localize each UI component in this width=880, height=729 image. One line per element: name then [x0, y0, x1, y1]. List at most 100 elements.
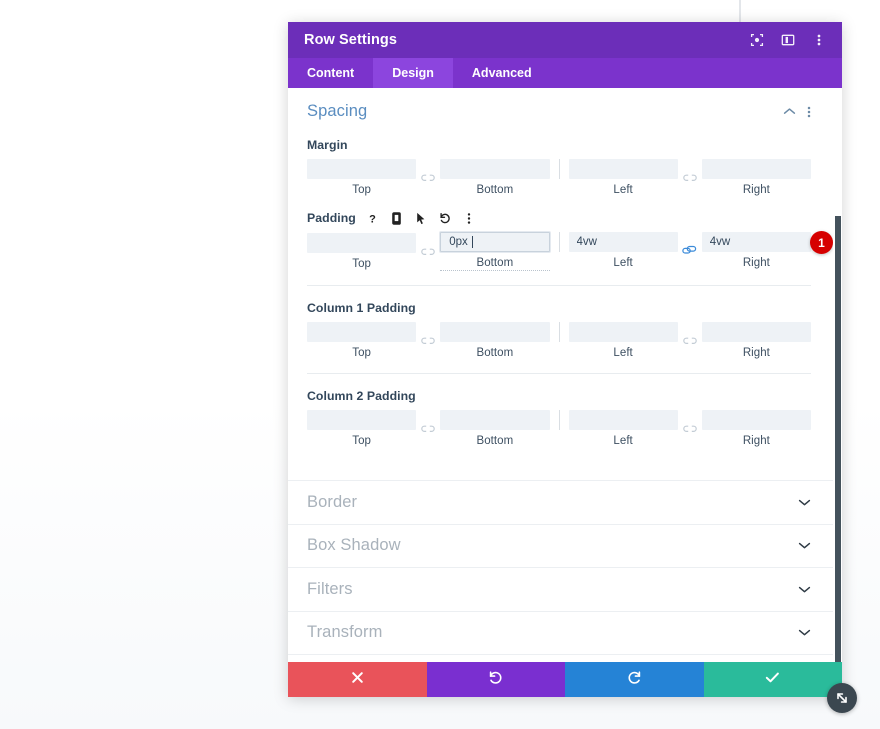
- link-top-bottom-icon[interactable]: [416, 331, 440, 351]
- padding-top-input[interactable]: [307, 233, 417, 253]
- divider: [558, 322, 560, 342]
- margin-left-label: Left: [613, 184, 633, 196]
- fullscreen-icon[interactable]: [748, 31, 766, 49]
- padding-right-label: Right: [742, 257, 770, 269]
- chevron-down-icon: [798, 541, 811, 550]
- padding-tool-icons: ?: [367, 211, 475, 225]
- link-left-right-icon[interactable]: [678, 331, 702, 351]
- spacing-section-header: Spacing: [307, 102, 811, 121]
- margin-right-input[interactable]: [701, 159, 811, 179]
- padding-left-input[interactable]: [568, 232, 678, 252]
- column-2-padding-right-input[interactable]: [701, 410, 811, 430]
- scrollbar[interactable]: [833, 88, 842, 662]
- divider: [558, 232, 560, 252]
- section-transform[interactable]: Transform: [288, 610, 842, 655]
- margin-right-label: Right: [742, 184, 770, 196]
- help-icon[interactable]: ?: [367, 211, 379, 225]
- column-1-padding-top-input[interactable]: [307, 322, 417, 342]
- column-2-padding-bottom-input[interactable]: [440, 410, 550, 430]
- cancel-button[interactable]: [288, 662, 427, 697]
- margin-top-bottom-pair: Top Bottom: [307, 159, 550, 196]
- field-label: Column 2 Padding: [307, 389, 416, 403]
- col2-left-right-pair: Left Right: [568, 410, 811, 447]
- reset-undo-icon[interactable]: [439, 211, 451, 225]
- column-1-padding-right-label: Right: [742, 347, 770, 359]
- chevron-down-icon: [798, 585, 811, 594]
- padding-top-label: Top: [352, 258, 371, 270]
- tab-bar: Content Design Advanced: [288, 58, 842, 88]
- margin-top-input[interactable]: [307, 159, 417, 179]
- field-group-padding: Padding ? Top 0px Bottom 4vw Left 4vw Ri…: [307, 210, 833, 285]
- link-top-bottom-icon[interactable]: [416, 242, 440, 262]
- link-top-bottom-icon[interactable]: [416, 419, 440, 439]
- redo-button[interactable]: [565, 662, 704, 697]
- undo-icon: [488, 670, 503, 690]
- section-box-shadow[interactable]: Box Shadow: [288, 523, 842, 568]
- spacing-section: Spacing Margin Top Bottom Left Right Pad…: [288, 88, 842, 461]
- section-border[interactable]: Border: [288, 480, 842, 524]
- section-title: Box Shadow: [307, 536, 401, 555]
- tab-advanced[interactable]: Advanced: [453, 58, 551, 88]
- column-1-padding-right-input[interactable]: [701, 322, 811, 342]
- page-title: Row Settings: [304, 32, 398, 48]
- check-icon: [765, 671, 780, 689]
- screen: Row Settings Content Design Advanced Spa…: [0, 0, 880, 729]
- more-vertical-icon[interactable]: [807, 105, 811, 119]
- tab-content[interactable]: Content: [288, 58, 373, 88]
- header-actions: [748, 31, 828, 49]
- field-label: Padding: [307, 211, 356, 225]
- scrollbar-thumb[interactable]: [835, 216, 841, 662]
- padding-top-bottom-pair: Top Bottom: [307, 232, 550, 271]
- collapsed-sections: Border Box Shadow Filters Transform: [288, 480, 842, 662]
- save-button[interactable]: [703, 662, 842, 697]
- layout-panel-icon[interactable]: [779, 31, 797, 49]
- col1-left-right-pair: Left Right: [568, 322, 811, 359]
- status-badge: 1: [810, 231, 833, 254]
- column-2-padding-top-label: Top: [352, 435, 371, 447]
- padding-bottom-label[interactable]: Bottom: [440, 257, 550, 271]
- undo-button[interactable]: [426, 662, 565, 697]
- chevron-up-icon[interactable]: [783, 107, 796, 116]
- divider: [558, 159, 560, 179]
- divider: [558, 410, 560, 430]
- more-vertical-icon[interactable]: [810, 31, 828, 49]
- more-vertical-icon[interactable]: [463, 211, 475, 225]
- link-left-right-icon[interactable]: [678, 419, 702, 439]
- responsive-device-icon[interactable]: [391, 211, 403, 225]
- margin-bottom-label: Bottom: [476, 184, 514, 196]
- field-group-column-1-padding: Column 1 Padding Top Bottom Left Right: [307, 300, 811, 373]
- field-label: Margin: [307, 138, 348, 152]
- section-filters[interactable]: Filters: [288, 567, 842, 611]
- column-1-padding-left-input[interactable]: [568, 322, 678, 342]
- column-1-padding-left-label: Left: [613, 347, 633, 359]
- divider: [307, 373, 811, 374]
- section-title: Transform: [307, 623, 383, 642]
- hover-cursor-icon[interactable]: [415, 211, 427, 225]
- column-1-padding-bottom-label: Bottom: [476, 347, 514, 359]
- settings-body: Spacing Margin Top Bottom Left Right Pad…: [288, 88, 842, 662]
- column-2-padding-left-input[interactable]: [568, 410, 678, 430]
- margin-bottom-input[interactable]: [440, 159, 550, 179]
- column-2-padding-top-input[interactable]: [307, 410, 417, 430]
- col1-top-bottom-pair: Top Bottom: [307, 322, 550, 359]
- field-group-margin: Margin Top Bottom Left Right: [307, 137, 811, 210]
- resize-handle-icon[interactable]: [827, 683, 857, 713]
- margin-left-input[interactable]: [568, 159, 678, 179]
- padding-bottom-input[interactable]: [440, 232, 550, 252]
- link-top-bottom-icon[interactable]: [416, 168, 440, 188]
- section-animation[interactable]: Animation: [288, 654, 842, 662]
- padding-left-right-pair: Left Right: [568, 231, 833, 269]
- link-left-right-icon[interactable]: [678, 241, 702, 261]
- column-2-padding-left-label: Left: [613, 435, 633, 447]
- modal-footer: [288, 662, 842, 697]
- padding-right-input[interactable]: [701, 232, 811, 252]
- column-2-padding-right-label: Right: [742, 435, 770, 447]
- tab-design[interactable]: Design: [373, 58, 453, 88]
- section-title: Filters: [307, 579, 353, 598]
- link-left-right-icon[interactable]: [678, 168, 702, 188]
- modal-header: Row Settings: [288, 22, 842, 58]
- column-1-padding-bottom-input[interactable]: [440, 322, 550, 342]
- chevron-down-icon: [798, 498, 811, 507]
- divider: [307, 285, 811, 286]
- field-label: Column 1 Padding: [307, 301, 416, 315]
